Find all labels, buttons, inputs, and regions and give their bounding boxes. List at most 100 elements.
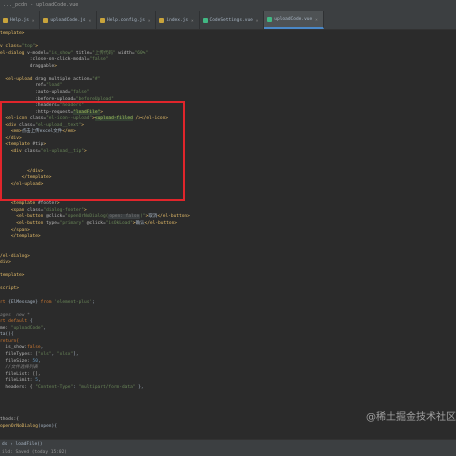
code-token: div>	[0, 260, 11, 266]
editor-tab-label: Help.js	[10, 17, 29, 23]
code-token: from	[40, 299, 55, 305]
close-icon[interactable]: ×	[315, 17, 317, 22]
code-token: },	[135, 384, 144, 390]
code-token: class=	[27, 207, 44, 213]
editor-tab-label: index.js	[166, 17, 189, 23]
code-token: "Content-Type"	[35, 384, 74, 390]
code-token: v-model=	[27, 50, 49, 56]
editor-tab[interactable]: Help.config.js ×	[97, 11, 157, 29]
code-token: "el-upload__tip"	[40, 148, 85, 154]
code-editor[interactable]: template> v class="top"> el-dialog v-model…	[0, 30, 456, 439]
code-token: return{	[0, 338, 19, 344]
code-token: "#"	[92, 76, 101, 82]
code-token: rt default	[0, 319, 30, 325]
status-message: ild: Saved (today 15:02)	[2, 450, 68, 455]
file-type-icon	[43, 17, 49, 23]
code-token: 点击上传excel文件	[21, 129, 63, 135]
code-token: </div>	[0, 168, 44, 174]
code-token: ,	[37, 378, 41, 384]
code-line: draggable>	[0, 63, 57, 71]
code-token: @click=	[46, 214, 66, 220]
code-token: openOrNoDialog	[0, 424, 38, 429]
code-token: "el-upload__text"	[35, 122, 82, 128]
code-token: <template	[0, 142, 33, 148]
code-token: >	[54, 63, 57, 69]
editor-tab[interactable]: uploadCode.js ×	[40, 11, 98, 29]
code-token: #footer	[37, 201, 57, 207]
code-token: </template>	[0, 234, 41, 240]
code-token: script>	[0, 286, 19, 292]
code-token: <div	[0, 148, 25, 154]
editor-tab[interactable]: CodeSettings.vue ×	[200, 11, 265, 29]
code-token: headers: {	[0, 384, 36, 390]
code-token: ,	[40, 345, 44, 351]
code-token: "top"	[21, 44, 36, 50]
code-token: ],	[73, 351, 79, 357]
code-token: fileLimit:	[0, 378, 36, 384]
code-token: template>	[0, 273, 25, 279]
code-token: fileTypes: [	[0, 351, 38, 357]
code-token: is_show:	[0, 345, 28, 351]
code-line: </template>	[0, 233, 41, 241]
code-token: #tip	[32, 142, 44, 148]
code-token: ref=	[0, 83, 47, 89]
code-token: </template>	[0, 175, 52, 181]
code-token: <el-upload	[0, 76, 36, 82]
code-token: ,	[37, 358, 41, 364]
code-token: "isOkLoad"	[105, 220, 133, 226]
editor-tab-label: Help.config.js	[107, 17, 145, 23]
close-icon[interactable]: ×	[191, 18, 193, 23]
code-token: drag multiple action=	[35, 76, 93, 82]
code-token: v class=	[0, 44, 22, 50]
code-token: class=	[18, 122, 36, 128]
code-line: script>	[0, 285, 19, 293]
code-token: >	[56, 201, 60, 207]
code-token: <em>	[0, 129, 22, 135]
code-token: 取消	[148, 214, 158, 220]
code-token: :close-on-click-modal=	[0, 57, 90, 63]
editor-tab[interactable]: Help.js ×	[0, 11, 41, 29]
code-line: template>	[0, 272, 24, 280]
code-token: </span>	[0, 227, 30, 233]
code-token: draggable	[0, 63, 55, 69]
code-token: >	[84, 207, 87, 213]
code-token: <template	[0, 201, 38, 207]
code-token: "is_show"	[48, 50, 74, 56]
code-line: div>	[0, 259, 11, 267]
editor-tab[interactable]: index.js ×	[156, 11, 200, 29]
code-token: class=	[29, 116, 47, 122]
file-type-icon	[202, 17, 208, 23]
code-line: <div class="el-upload__tip">	[0, 148, 87, 156]
code-token: ;	[92, 299, 95, 305]
editor-tab-label: uploadCode.vue	[274, 16, 313, 22]
code-token: type=	[46, 220, 60, 226]
close-icon[interactable]: ×	[148, 18, 150, 23]
code-token: </el-upload>	[0, 181, 44, 187]
code-token: //文件选择列表	[0, 365, 38, 371]
code-token: <el-icon	[0, 116, 30, 122]
code-token: <el-button	[0, 214, 47, 220]
code-token: fileList: [],	[0, 371, 41, 377]
editor-tab[interactable]: uploadCode.vue ×	[264, 11, 324, 29]
code-token: <div	[0, 122, 19, 128]
code-token: 'element-plus'	[54, 299, 93, 305]
editor-tab-label: CodeSettings.vue	[209, 17, 253, 23]
code-token: width=	[115, 50, 135, 56]
code-token: "el-icon--upload"	[46, 116, 93, 122]
code-token: "uploadCode"	[10, 325, 44, 331]
close-icon[interactable]: ×	[32, 18, 34, 23]
close-icon[interactable]: ×	[89, 18, 91, 23]
code-token: ages new *	[0, 312, 30, 318]
breadcrumb[interactable]: ds › loadFile()	[2, 441, 43, 448]
code-token: >	[100, 109, 103, 115]
editor-tab-label: uploadCode.js	[50, 17, 86, 23]
code-token: "dialog-footer"	[43, 207, 84, 213]
code-token: <el-button	[0, 220, 47, 226]
close-icon[interactable]: ×	[256, 18, 258, 23]
window-title-bar: ..._pcdn - uploadCode.vue	[0, 0, 456, 11]
code-token: rt	[0, 299, 9, 305]
code-token: open: false	[108, 214, 141, 220]
code-token: >	[81, 122, 85, 128]
code-token: (open){	[37, 424, 57, 429]
code-line: template>	[0, 30, 24, 38]
